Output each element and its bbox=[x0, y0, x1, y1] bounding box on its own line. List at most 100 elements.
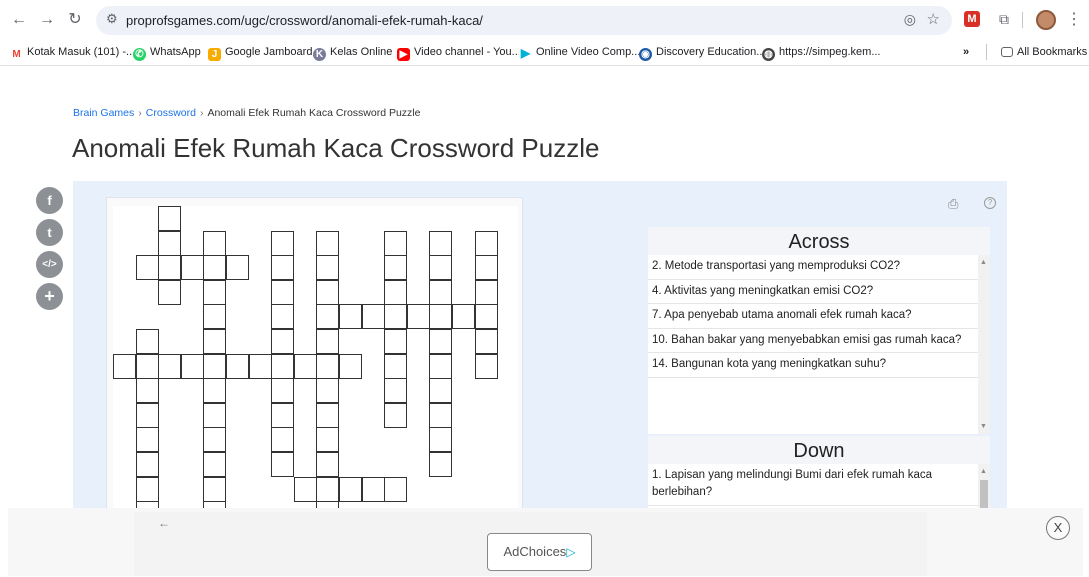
crossword-cell[interactable] bbox=[316, 427, 340, 453]
breadcrumb-brain-games[interactable]: Brain Games bbox=[73, 107, 134, 119]
profile-avatar[interactable] bbox=[1036, 10, 1056, 30]
crossword-cell[interactable] bbox=[361, 304, 385, 330]
scroll-down-icon[interactable]: ▼ bbox=[980, 423, 987, 430]
across-clue-10[interactable]: 10. Bahan bakar yang menyebabkan emisi g… bbox=[648, 329, 978, 354]
crossword-cell[interactable] bbox=[429, 378, 453, 404]
crossword-cell[interactable] bbox=[203, 279, 227, 305]
crossword-cell[interactable] bbox=[271, 353, 295, 379]
crossword-cell[interactable] bbox=[226, 353, 249, 379]
crossword-cell[interactable] bbox=[316, 329, 340, 354]
scroll-up-icon[interactable]: ▲ bbox=[980, 468, 987, 475]
crossword-cell[interactable] bbox=[339, 476, 362, 502]
reload-icon[interactable]: ↻ bbox=[64, 9, 86, 31]
crossword-cell[interactable] bbox=[271, 378, 295, 404]
crossword-cell[interactable] bbox=[293, 353, 317, 379]
crossword-cell[interactable] bbox=[203, 378, 227, 404]
crossword-cell[interactable] bbox=[180, 255, 204, 281]
across-clue-14[interactable]: 14. Bangunan kota yang meningkatkan suhu… bbox=[648, 353, 978, 378]
crossword-cell[interactable] bbox=[226, 255, 249, 281]
down-clue-1[interactable]: 1. Lapisan yang melindungi Bumi dari efe… bbox=[648, 464, 978, 506]
crossword-cell[interactable] bbox=[384, 279, 408, 305]
crossword-cell[interactable] bbox=[135, 402, 159, 428]
crossword-cell[interactable] bbox=[339, 353, 362, 379]
url-text[interactable]: proprofsgames.com/ugc/crossword/anomali-… bbox=[126, 13, 483, 28]
crossword-cell[interactable] bbox=[316, 353, 340, 379]
print-icon[interactable]: ⎙ bbox=[948, 196, 958, 212]
crossword-cell[interactable] bbox=[384, 476, 408, 502]
crossword-cell[interactable] bbox=[180, 353, 204, 379]
crossword-cell[interactable] bbox=[203, 427, 227, 453]
bookmark-whatsapp[interactable]: ✆ WhatsApp bbox=[133, 46, 201, 61]
crossword-cell[interactable] bbox=[474, 255, 498, 281]
crossword-cell[interactable] bbox=[429, 304, 453, 330]
crossword-cell[interactable] bbox=[429, 230, 453, 256]
crossword-cell[interactable] bbox=[203, 304, 227, 330]
crossword-cell[interactable] bbox=[271, 427, 295, 453]
scroll-up-icon[interactable]: ▲ bbox=[980, 259, 987, 266]
crossword-cell[interactable] bbox=[271, 304, 295, 330]
across-scrollbar[interactable]: ▲ ▼ bbox=[978, 255, 990, 434]
crossword-cell[interactable] bbox=[429, 452, 453, 477]
crossword-cell[interactable] bbox=[271, 279, 295, 305]
crossword-cell[interactable] bbox=[474, 304, 498, 330]
site-info-icon[interactable]: ⚙ bbox=[106, 11, 118, 27]
crossword-cell[interactable] bbox=[474, 353, 498, 379]
crossword-cell[interactable] bbox=[203, 230, 227, 256]
star-icon[interactable]: ☆ bbox=[927, 10, 940, 28]
ad-close-button[interactable]: X bbox=[1046, 516, 1070, 540]
forward-icon[interactable]: → bbox=[36, 9, 58, 31]
crossword-cell[interactable] bbox=[384, 353, 408, 379]
crossword-cell[interactable] bbox=[384, 329, 408, 354]
crossword-cell[interactable] bbox=[339, 304, 362, 330]
crossword-cell[interactable] bbox=[384, 378, 408, 404]
crossword-cell[interactable] bbox=[384, 255, 408, 281]
crossword-cell[interactable] bbox=[384, 402, 408, 428]
crossword-cell[interactable] bbox=[135, 476, 159, 502]
crossword-cell[interactable] bbox=[293, 476, 317, 502]
extension-icon[interactable]: M bbox=[964, 11, 980, 27]
crossword-cell[interactable] bbox=[135, 329, 159, 354]
crossword-cell[interactable] bbox=[316, 476, 340, 502]
crossword-cell[interactable] bbox=[361, 476, 385, 502]
bookmarks-more-button[interactable]: » bbox=[963, 46, 969, 58]
crossword-cell[interactable] bbox=[135, 452, 159, 477]
breadcrumb-crossword[interactable]: Crossword bbox=[146, 107, 196, 119]
bookmark-kelas-online[interactable]: K Kelas Online bbox=[313, 46, 392, 61]
crossword-cell[interactable] bbox=[316, 255, 340, 281]
crossword-cell[interactable] bbox=[429, 255, 453, 281]
crossword-cell[interactable] bbox=[452, 304, 475, 330]
crossword-cell[interactable] bbox=[384, 304, 408, 330]
crossword-cell[interactable] bbox=[406, 304, 430, 330]
ad-back-icon[interactable]: ← bbox=[158, 516, 170, 530]
crossword-cell[interactable] bbox=[135, 255, 159, 281]
crossword-cell[interactable] bbox=[113, 353, 136, 379]
more-share-icon[interactable]: + bbox=[36, 283, 63, 310]
bookmark-youtube[interactable]: ▶ Video channel - You... bbox=[397, 46, 521, 61]
crossword-cell[interactable] bbox=[158, 279, 182, 305]
bookmark-simpeg[interactable]: ◍ https://simpeg.kem... bbox=[762, 46, 880, 61]
crossword-cell[interactable] bbox=[316, 452, 340, 477]
crossword-cell[interactable] bbox=[429, 353, 453, 379]
crossword-cell[interactable] bbox=[474, 230, 498, 256]
adchoices-button[interactable]: AdChoices▷ bbox=[487, 533, 592, 571]
crossword-cell[interactable] bbox=[429, 279, 453, 305]
across-clue-2[interactable]: 2. Metode transportasi yang memproduksi … bbox=[648, 255, 978, 280]
menu-dots-icon[interactable]: ⋮ bbox=[1066, 9, 1082, 29]
crossword-cell[interactable] bbox=[135, 378, 159, 404]
crossword-cell[interactable] bbox=[271, 329, 295, 354]
across-clue-4[interactable]: 4. Aktivitas yang meningkatkan emisi CO2… bbox=[648, 280, 978, 305]
crossword-cell[interactable] bbox=[384, 230, 408, 256]
bookmark-gmail[interactable]: M Kotak Masuk (101) -... bbox=[10, 46, 135, 61]
bookmark-video-comp[interactable]: ▶ Online Video Comp... bbox=[519, 46, 640, 60]
crossword-cell[interactable] bbox=[203, 402, 227, 428]
scroll-thumb[interactable] bbox=[980, 480, 988, 510]
crossword-cell[interactable] bbox=[271, 230, 295, 256]
extensions-puzzle-icon[interactable]: ⧉ bbox=[994, 9, 1014, 29]
crossword-cell[interactable] bbox=[316, 402, 340, 428]
facebook-share-icon[interactable]: f bbox=[36, 187, 63, 214]
crossword-cell[interactable] bbox=[316, 230, 340, 256]
crossword-cell[interactable] bbox=[158, 206, 182, 231]
bookmark-jamboard[interactable]: J Google Jamboard bbox=[208, 46, 312, 61]
crossword-cell[interactable] bbox=[203, 452, 227, 477]
crossword-cell[interactable] bbox=[271, 402, 295, 428]
